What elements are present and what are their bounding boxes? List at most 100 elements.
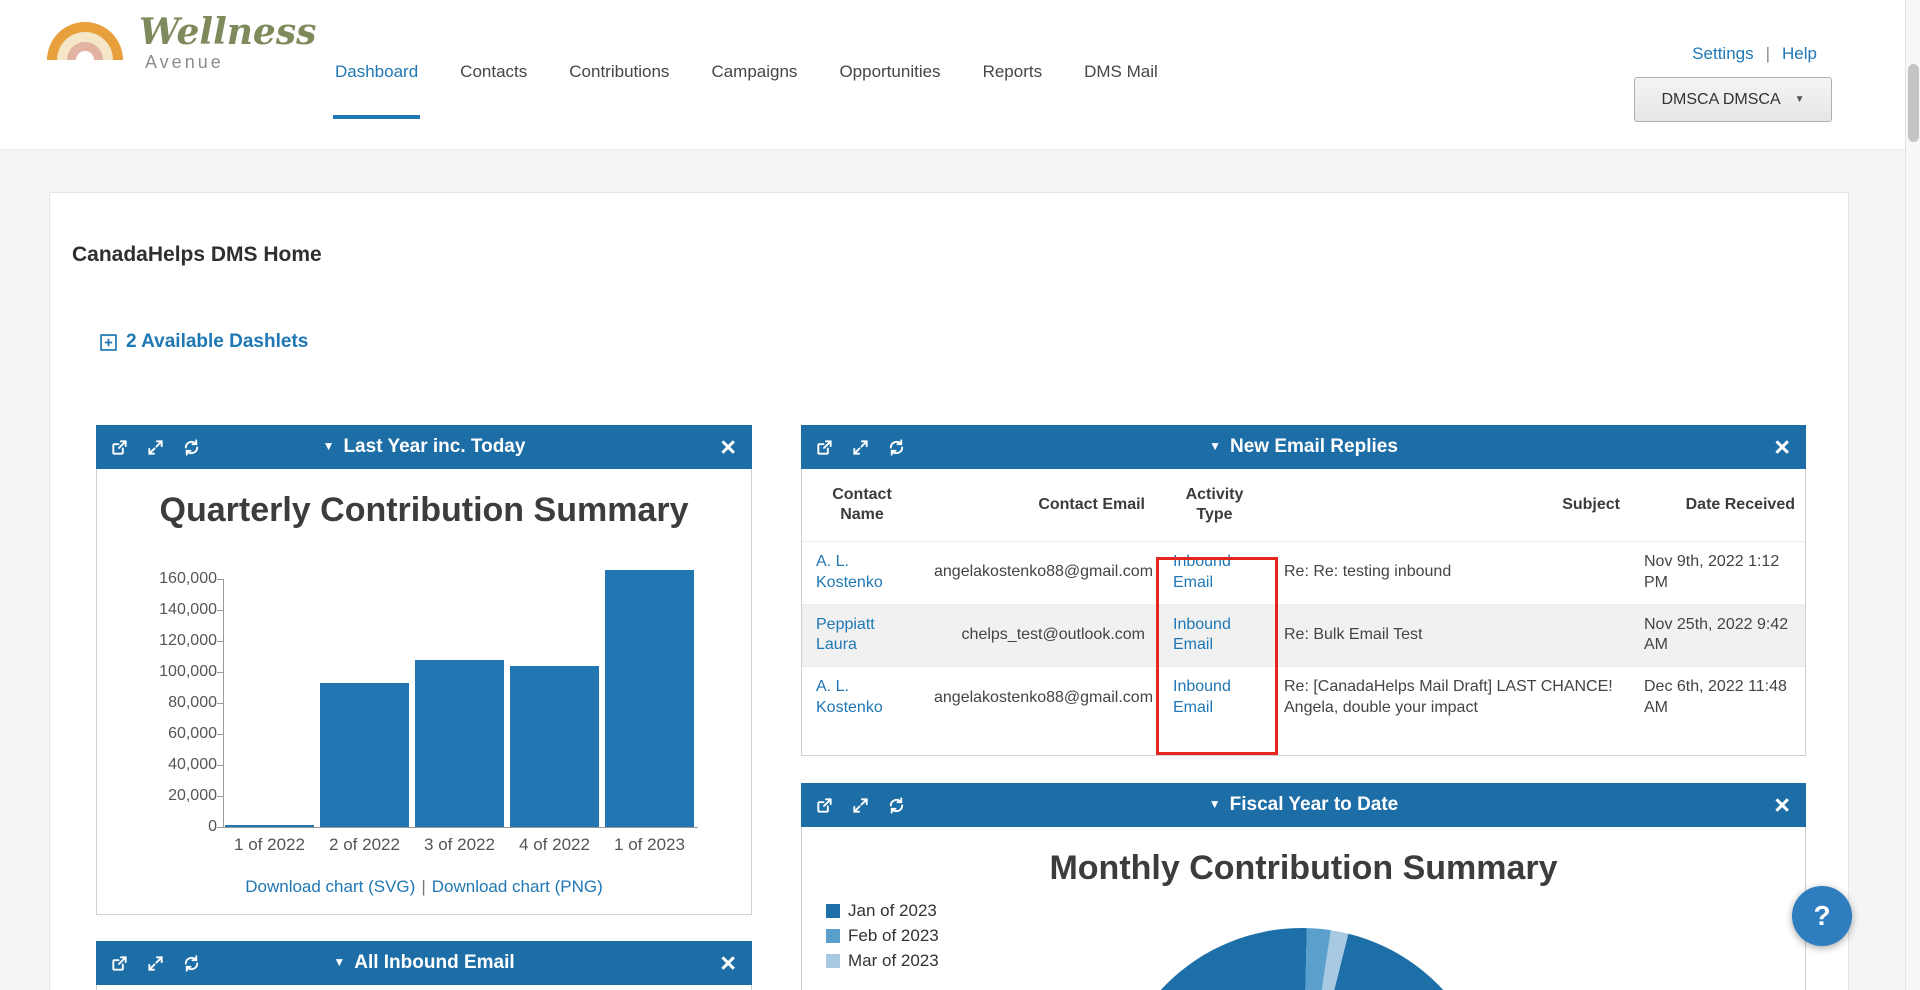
column-header: Activity Type xyxy=(1185,486,1244,523)
refresh-icon[interactable] xyxy=(182,438,201,457)
close-icon[interactable]: × xyxy=(720,433,736,461)
page-title: CanadaHelps DMS Home xyxy=(72,243,322,266)
y-axis-label: 100,000 xyxy=(159,663,217,680)
fullscreen-icon[interactable] xyxy=(851,438,870,457)
main-nav: Dashboard Contacts Contributions Campaigns O… xyxy=(333,0,1160,119)
x-axis-label: 4 of 2022 xyxy=(519,835,590,854)
dashlet-email-replies: ▼ New Email Replies × Contact Name Contac… xyxy=(801,425,1806,756)
refresh-icon[interactable] xyxy=(887,438,906,457)
nav-item-contributions[interactable]: Contributions xyxy=(567,0,671,119)
nav-item-dashboard[interactable]: Dashboard xyxy=(333,0,421,119)
brand-logo: Wellness Avenue xyxy=(45,14,316,73)
bar-chart: Quarterly Contribution Summary 0 20,000 40… xyxy=(96,469,752,915)
pie-chart: Monthly Contribution Summary Jan of 2023… xyxy=(801,827,1806,990)
table-row: Peppiatt Laura chelps_test@outlook.com Inb… xyxy=(802,604,1805,667)
top-links-divider: | xyxy=(1765,44,1771,63)
download-png-link[interactable]: Download chart (PNG) xyxy=(432,877,603,896)
refresh-icon[interactable] xyxy=(182,954,201,973)
help-fab-button[interactable]: ? xyxy=(1792,886,1852,946)
page-scrollbar[interactable] xyxy=(1905,0,1920,990)
nav-item-contacts[interactable]: Contacts xyxy=(458,0,529,119)
x-axis-label: 2 of 2022 xyxy=(329,835,400,854)
popout-icon[interactable] xyxy=(110,954,129,973)
fullscreen-icon[interactable] xyxy=(146,438,165,457)
dashlet-title-text: Last Year inc. Today xyxy=(343,436,526,457)
y-axis-label: 160,000 xyxy=(159,570,217,587)
nav-item-dms-mail[interactable]: DMS Mail xyxy=(1082,0,1160,119)
contact-name-link[interactable]: Peppiatt Laura xyxy=(816,616,875,654)
dashlet-fiscal-title[interactable]: ▼ Fiscal Year to Date xyxy=(1209,794,1399,816)
bar-3-of-2022 xyxy=(415,659,504,827)
popout-icon[interactable] xyxy=(815,438,834,457)
table-row: A. L. Kostenko angelakostenko88@gmail.com… xyxy=(802,666,1805,729)
download-divider: | xyxy=(421,877,426,896)
close-icon[interactable]: × xyxy=(720,949,736,977)
legend-item[interactable]: Mar of 2023 xyxy=(826,951,939,971)
scrollbar-thumb[interactable] xyxy=(1908,64,1919,142)
bar-2-of-2022 xyxy=(320,682,409,827)
bar-chart-xaxis: 1 of 2022 2 of 2022 3 of 2022 4 of 2022 1 of… xyxy=(225,835,695,855)
available-dashlets-toggle[interactable]: 2 Available Dashlets xyxy=(100,331,308,353)
x-axis-line xyxy=(223,827,698,828)
legend-label: Feb of 2023 xyxy=(848,926,939,945)
email-table-body: A. L. Kostenko angelakostenko88@gmail.com… xyxy=(802,541,1805,729)
y-axis-label: 60,000 xyxy=(168,725,217,742)
popout-icon[interactable] xyxy=(815,796,834,815)
y-axis-label: 40,000 xyxy=(168,756,217,773)
top-header: Wellness Avenue Dashboard Contacts Contrib… xyxy=(0,0,1905,150)
close-icon[interactable]: × xyxy=(1774,791,1790,819)
user-menu-label: DMSCA DMSCA xyxy=(1661,90,1781,108)
fullscreen-icon[interactable] xyxy=(146,954,165,973)
activity-type-link[interactable]: Inbound Email xyxy=(1173,616,1231,654)
activity-type-link[interactable]: Inbound Email xyxy=(1173,678,1231,716)
dashlet-title-text: All Inbound Email xyxy=(354,952,515,973)
legend-swatch-icon xyxy=(826,954,840,968)
y-axis-line xyxy=(223,579,224,828)
date-received: Nov 25th, 2022 9:42 AM xyxy=(1644,615,1789,654)
nav-item-campaigns[interactable]: Campaigns xyxy=(709,0,799,119)
contact-email: angelakostenko88@gmail.com xyxy=(934,563,1154,581)
nav-item-reports[interactable]: Reports xyxy=(981,0,1045,119)
x-axis-label: 1 of 2023 xyxy=(614,835,685,854)
fullscreen-icon[interactable] xyxy=(851,796,870,815)
bar-1-of-2023 xyxy=(605,569,694,827)
contact-name-link[interactable]: A. L. Kostenko xyxy=(816,553,883,591)
rainbow-logo-icon xyxy=(45,14,125,60)
collapse-caret-icon: ▼ xyxy=(1209,439,1221,453)
help-link[interactable]: Help xyxy=(1782,44,1817,64)
dashlet-inbound-title[interactable]: ▼ All Inbound Email xyxy=(333,952,514,974)
user-menu-button[interactable]: DMSCA DMSCA ▼ xyxy=(1634,77,1832,122)
dashlet-quarterly-title[interactable]: ▼ Last Year inc. Today xyxy=(323,436,526,458)
email-subject: Re: [CanadaHelps Mail Draft] LAST CHANCE… xyxy=(1284,678,1613,716)
contact-name-link[interactable]: A. L. Kostenko xyxy=(816,678,883,716)
contact-email: angelakostenko88@gmail.com xyxy=(934,688,1154,706)
collapse-caret-icon: ▼ xyxy=(1208,797,1221,811)
collapse-caret-icon: ▼ xyxy=(333,955,346,969)
settings-link[interactable]: Settings xyxy=(1692,44,1753,64)
download-svg-link[interactable]: Download chart (SVG) xyxy=(245,877,415,896)
legend-item[interactable]: Jan of 2023 xyxy=(826,901,939,921)
column-header: Contact Name xyxy=(832,486,892,523)
brand-name: Wellness xyxy=(139,11,317,53)
dashlet-title-text: New Email Replies xyxy=(1229,436,1398,457)
email-replies-table: Contact Name Contact Email Activity Type Su… xyxy=(802,469,1805,729)
refresh-icon[interactable] xyxy=(887,796,906,815)
legend-item[interactable]: Feb of 2023 xyxy=(826,926,939,946)
plus-box-icon xyxy=(100,333,117,351)
column-header: Contact Email xyxy=(1038,496,1145,513)
bar-4-of-2022 xyxy=(510,665,599,827)
close-icon[interactable]: × xyxy=(1774,433,1790,461)
column-header: Subject xyxy=(1562,496,1620,513)
activity-type-link[interactable]: Inbound Email xyxy=(1173,553,1231,591)
chart-downloads: Download chart (SVG) | Download chart (PNG… xyxy=(97,877,751,897)
legend-label: Mar of 2023 xyxy=(848,951,939,970)
nav-item-opportunities[interactable]: Opportunities xyxy=(837,0,942,119)
table-row: A. L. Kostenko angelakostenko88@gmail.com… xyxy=(802,541,1805,605)
popout-icon[interactable] xyxy=(110,438,129,457)
dashlet-fiscal-header: ▼ Fiscal Year to Date × xyxy=(801,783,1806,827)
y-axis-label: 0 xyxy=(208,818,217,835)
date-received: Dec 6th, 2022 11:48 AM xyxy=(1644,678,1787,716)
brand-subname: Avenue xyxy=(145,52,224,72)
dashlet-email-title[interactable]: ▼ New Email Replies xyxy=(1209,436,1398,458)
date-received: Nov 9th, 2022 1:12 PM xyxy=(1644,553,1780,591)
